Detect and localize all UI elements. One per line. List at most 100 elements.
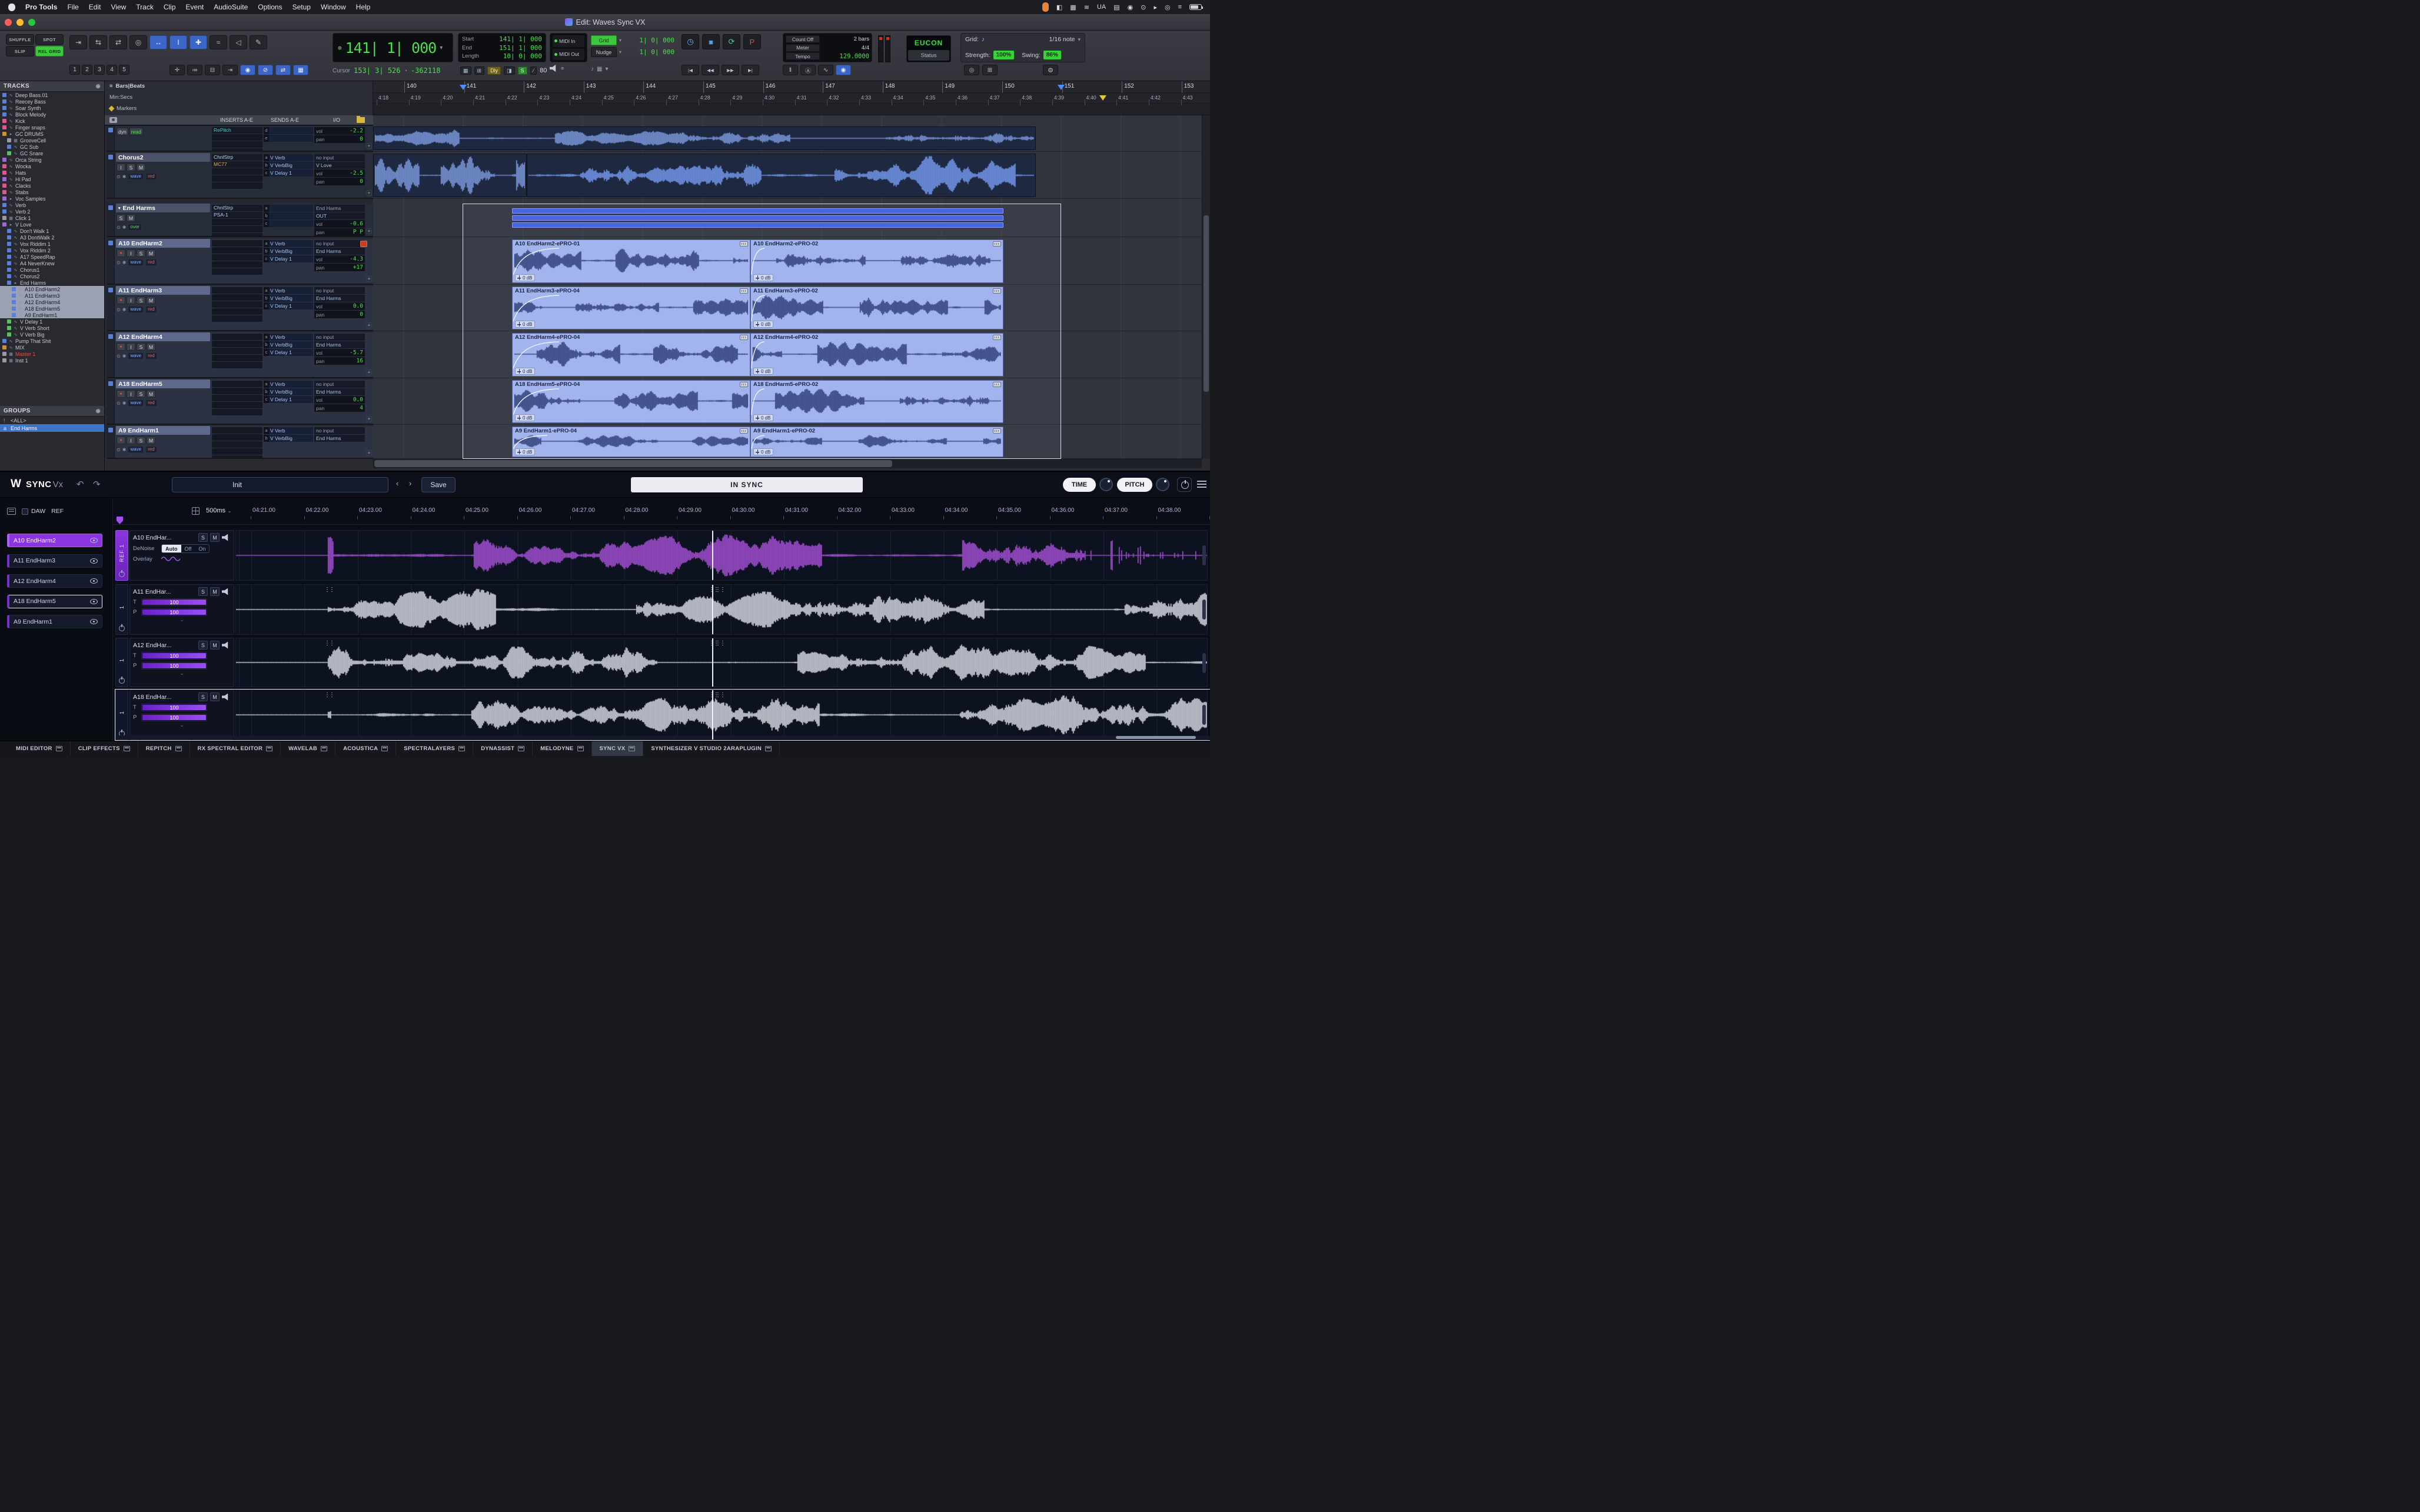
mute-button[interactable]: M	[147, 249, 155, 257]
track-list-item[interactable]: End Harms	[0, 279, 104, 286]
save-button[interactable]: Save	[421, 477, 456, 492]
collapse-icon[interactable]: ⊟	[205, 65, 220, 75]
track-list-item[interactable]: V Verb Big	[0, 331, 104, 338]
insert-slot[interactable]	[212, 402, 262, 408]
track-list-item[interactable]: A17 SpeedRap	[0, 254, 104, 260]
clip-gain-badge[interactable]: 0 dB	[753, 274, 773, 281]
insert-slot[interactable]	[212, 448, 262, 455]
track-list-item[interactable]: A11 EndHarm3	[0, 292, 104, 299]
track-list-item[interactable]: A4 NeverKnew	[0, 260, 104, 267]
daw-toggle[interactable]: DAW	[22, 508, 45, 515]
elastic-audio-icon[interactable]: ✱	[122, 354, 127, 359]
send-slot[interactable]: cV Delay 1	[264, 255, 313, 262]
send-slot[interactable]: bV VerbBig	[264, 162, 313, 169]
microphone-status-icon[interactable]	[1042, 2, 1049, 12]
insert-slot[interactable]	[212, 315, 262, 322]
row-scrollbar[interactable]	[1202, 705, 1206, 725]
record-enable-button[interactable]: ●	[117, 390, 125, 398]
track-list-item[interactable]: A12 EndHarm4	[0, 299, 104, 305]
grid-chip-icon[interactable]: ▦	[460, 66, 471, 75]
timebase-icon[interactable]: ⊙	[117, 260, 121, 265]
syncvx-track-item[interactable]: A9 EndHarm1	[7, 615, 102, 628]
fade-in-curve[interactable]	[513, 341, 560, 369]
audio-clip[interactable]: A9 EndHarm1-ePRO-040 dB	[512, 427, 750, 457]
output-path[interactable]: End Harms	[314, 388, 365, 395]
window-tab[interactable]: SYNC VX	[592, 741, 644, 756]
output-path[interactable]: End Harms	[314, 295, 365, 302]
send-slot[interactable]: aV Verb	[264, 381, 313, 388]
insert-slot[interactable]	[212, 334, 262, 340]
grid-caret-icon[interactable]: ▾	[1078, 36, 1081, 43]
waveform-zone[interactable]: ⋮⋮⋮⋮⋮⋮	[235, 690, 1208, 740]
bars-ruler-label[interactable]: Bars|Beats	[116, 83, 145, 89]
track-lane[interactable]: A18 EndHarm5-ePRO-040 dBA18 EndHarm5-ePR…	[373, 379, 1202, 425]
speaker-icon[interactable]	[222, 588, 231, 595]
track-lane[interactable]	[373, 153, 1202, 199]
automation-read-button[interactable]: read	[129, 128, 143, 135]
menu-item[interactable]: View	[111, 3, 126, 11]
zoom-preset-button[interactable]: 4	[107, 65, 117, 75]
session-row[interactable]: Meter 4/4	[786, 44, 869, 52]
io-header[interactable]: I/O	[333, 117, 340, 123]
grid-note-value[interactable]: 1/16 note	[1049, 36, 1075, 43]
zoom-preset-button[interactable]: 5	[119, 65, 129, 75]
clip-handle[interactable]: ⋮⋮	[715, 587, 724, 592]
clip-gain-badge[interactable]: 0 dB	[515, 274, 535, 281]
syncvx-horizontal-scrollbar[interactable]	[115, 735, 1210, 740]
insert-slot[interactable]	[212, 308, 262, 315]
insert-slot[interactable]	[212, 233, 262, 237]
folder-clip-bar[interactable]	[512, 208, 1003, 214]
track-list-item[interactable]: Wocka	[0, 163, 104, 169]
chip-red[interactable]: red	[145, 352, 157, 359]
syncvx-track-item[interactable]: A11 EndHarm3	[7, 554, 102, 568]
syncvx-track-row[interactable]: REF 1A10 EndHar...SMDeNoiseAutoOffOnOver…	[115, 530, 1210, 581]
insert-slot[interactable]	[212, 287, 262, 294]
time-knob[interactable]	[1099, 478, 1113, 491]
track-list-item[interactable]: Pump That Shit	[0, 338, 104, 344]
clip-fx-badge[interactable]	[740, 241, 748, 247]
denoise-segment-control[interactable]: AutoOffOn	[161, 544, 210, 553]
audio-clip[interactable]	[373, 154, 527, 197]
chip-wave[interactable]: wave	[128, 306, 144, 313]
send-slot[interactable]: cV Delay 1	[264, 302, 313, 309]
audio-clip[interactable]: A11 EndHarm3-ePRO-020 dB	[750, 287, 1003, 329]
track-view-icon[interactable]	[109, 117, 117, 123]
pitch-slider[interactable]: 100	[141, 608, 207, 616]
tab-to-transient-icon[interactable]: ⇥	[69, 35, 87, 49]
zoom-presets-icon[interactable]: ≔	[187, 65, 202, 75]
track-lane[interactable]: A9 EndHarm1-ePRO-040 dBA9 EndHarm1-ePRO-…	[373, 426, 1202, 459]
pan-slash-icon[interactable]: ∕	[530, 66, 537, 75]
track-list-item[interactable]: Clacks	[0, 182, 104, 189]
send-slot[interactable]: d	[264, 127, 313, 134]
expand-chevron[interactable]: ⌄	[133, 672, 231, 674]
chip-red[interactable]: red	[145, 446, 157, 453]
send-slot[interactable]: bV VerbBig	[264, 388, 313, 395]
add-slot-button[interactable]: +	[366, 450, 372, 456]
chip-red[interactable]: red	[145, 259, 157, 266]
pencil-tool[interactable]: ✎	[250, 35, 267, 49]
volume-row[interactable]: vol-5.7	[314, 349, 365, 357]
speaker-icon[interactable]	[222, 642, 231, 649]
elastic-audio-icon[interactable]: ✱	[122, 307, 127, 312]
timebase-chip-icon[interactable]: ◨	[504, 66, 515, 75]
add-slot-button[interactable]: +	[366, 143, 372, 149]
fade-in-curve[interactable]	[513, 388, 560, 415]
track-list-item[interactable]: A9 EndHarm1	[0, 312, 104, 318]
pitch-slider[interactable]: 100	[141, 714, 207, 721]
clip-fx-badge[interactable]	[993, 382, 1001, 387]
clip-handle[interactable]: ⋮⋮	[324, 587, 334, 592]
output-path[interactable]: End Harms	[314, 341, 365, 348]
elastic-audio-icon[interactable]: ✱	[122, 447, 127, 452]
insert-slot[interactable]	[212, 409, 262, 415]
waveform-zone[interactable]	[235, 530, 1208, 581]
pan-row[interactable]: pan4	[314, 404, 365, 412]
visibility-eye-icon[interactable]	[90, 558, 98, 564]
pan-row[interactable]: pan0	[314, 135, 365, 143]
window-tab[interactable]: SPECTRALAYERS	[396, 741, 473, 756]
audition-volume[interactable]: ≡	[550, 65, 564, 72]
zoom-out-magnifier[interactable]: ◎	[964, 65, 979, 75]
battery-icon[interactable]	[1189, 4, 1202, 10]
mute-button[interactable]: M	[147, 343, 155, 351]
redo-icon[interactable]: ↷	[93, 479, 101, 489]
menu-item[interactable]: Track	[136, 3, 154, 11]
